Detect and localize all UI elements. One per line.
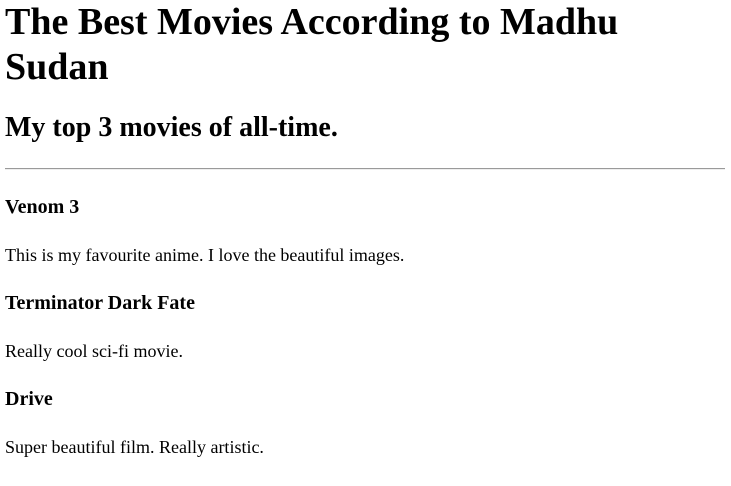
divider — [5, 168, 725, 170]
movie-description: Really cool sci-fi movie. — [5, 341, 183, 361]
page-subtitle: My top 3 movies of all-time. — [5, 112, 338, 143]
movie-title: Terminator Dark Fate — [5, 292, 195, 314]
movie-title: Drive — [5, 388, 53, 410]
page-title: The Best Movies According to Madhu Sudan — [5, 1, 619, 88]
movie-description: Super beautiful film. Really artistic. — [5, 437, 264, 457]
movie-entry-terminator-dark-fate: Terminator Dark Fate Really cool sci-fi … — [5, 291, 726, 362]
movie-description: This is my favourite anime. I love the b… — [5, 245, 405, 265]
movie-entry-venom-3: Venom 3 This is my favourite anime. I lo… — [5, 195, 726, 266]
movie-title: Venom 3 — [5, 196, 80, 218]
movie-entry-drive: Drive Super beautiful film. Really artis… — [5, 387, 726, 458]
